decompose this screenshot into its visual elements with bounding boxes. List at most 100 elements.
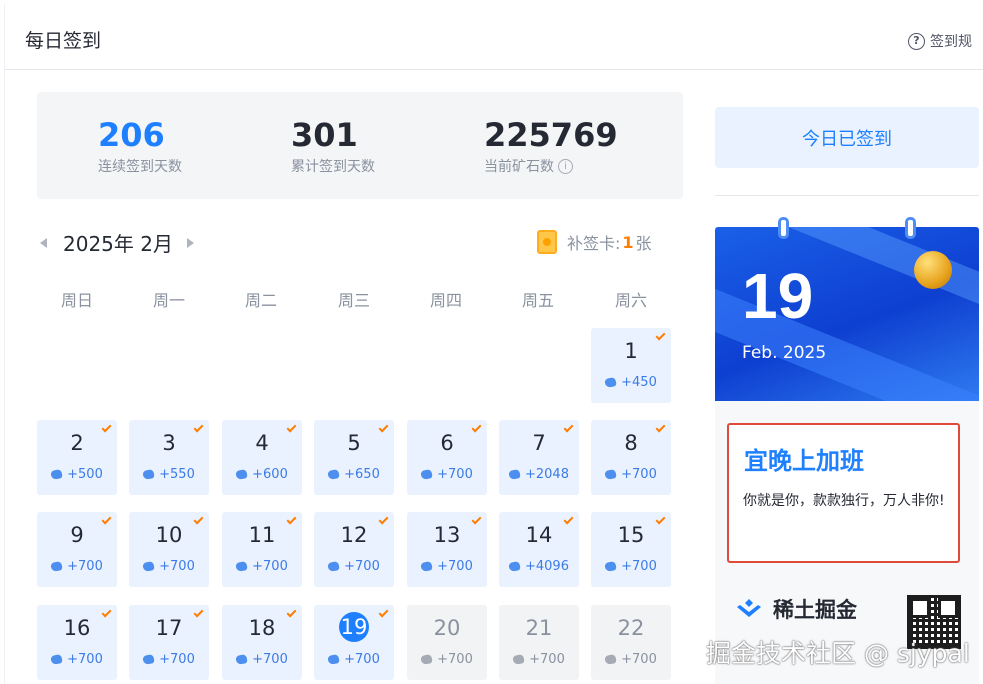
day-reward: +650 (314, 467, 394, 482)
calendar-day-12[interactable]: 12 +700 (314, 512, 394, 587)
calendar-day-11[interactable]: 11 +700 (222, 512, 302, 587)
calendar-day-17[interactable]: 17 +700 (129, 605, 209, 680)
day-number: 3 (129, 431, 209, 455)
day-reward: +700 (407, 559, 487, 574)
day-reward: +700 (37, 559, 117, 574)
calendar-day-3[interactable]: 3 +550 (129, 420, 209, 495)
day-number: 22 (591, 616, 671, 640)
makeup-card-info: 补签卡: 1 张 (537, 230, 652, 254)
calendar-day-7[interactable]: 7 +2048 (499, 420, 579, 495)
calendar-day-18[interactable]: 18 +700 (222, 605, 302, 680)
info-icon[interactable]: i (558, 158, 573, 174)
calendar-day-16[interactable]: 16 +700 (37, 605, 117, 680)
day-number: 6 (407, 431, 487, 455)
total-days-value: 301 (291, 116, 358, 154)
day-number: 14 (499, 523, 579, 547)
calendar-day-1[interactable]: 1 +450 (591, 328, 671, 403)
ore-icon (142, 561, 155, 572)
reward-amount: +600 (252, 467, 288, 482)
reward-amount: +700 (529, 652, 565, 667)
ore-icon (50, 561, 63, 572)
ore-icon (420, 469, 433, 480)
day-reward: +450 (591, 375, 671, 390)
day-number-text: 4 (255, 431, 269, 455)
day-number-text: 20 (433, 616, 461, 640)
day-number-text: 3 (162, 431, 176, 455)
rules-link-label: 签到规 (930, 34, 972, 50)
day-reward: +4096 (499, 559, 579, 574)
weekday-tue: 周二 (244, 291, 277, 310)
day-reward: +500 (37, 467, 117, 482)
calendar-day-20[interactable]: 20 +700 (407, 605, 487, 680)
day-reward: +700 (222, 652, 302, 667)
banner-month-year: Feb. 2025 (742, 343, 827, 363)
card-pin-left (778, 217, 789, 239)
next-month-arrow-icon[interactable] (186, 237, 194, 248)
calendar-day-21[interactable]: 21 +700 (499, 605, 579, 680)
reward-amount: +450 (621, 375, 657, 390)
fortune-title: 宜晚上加班 (744, 447, 864, 475)
calendar-day-19[interactable]: 19 +700 (314, 605, 394, 680)
ore-icon (604, 561, 617, 572)
reward-amount: +700 (67, 652, 103, 667)
day-number-text: 22 (617, 616, 645, 640)
reward-amount: +700 (437, 467, 473, 482)
makeup-card-icon (537, 230, 557, 254)
calendar-day-9[interactable]: 9 +700 (37, 512, 117, 587)
day-number-text: 12 (340, 523, 368, 547)
consecutive-days-label: 连续签到天数 (98, 159, 182, 175)
day-number: 4 (222, 431, 302, 455)
reward-amount: +2048 (525, 467, 569, 482)
calendar-day-13[interactable]: 13 +700 (407, 512, 487, 587)
ore-icon (235, 561, 248, 572)
calendar-day-5[interactable]: 5 +650 (314, 420, 394, 495)
brand-name: 稀土掘金 (773, 598, 857, 622)
day-number-text: 2 (70, 431, 84, 455)
ore-icon (50, 654, 63, 665)
calendar-day-22[interactable]: 22 +700 (591, 605, 671, 680)
makeup-card-unit: 张 (635, 234, 652, 253)
ore-icon (327, 469, 340, 480)
calendar-day-8[interactable]: 8 +700 (591, 420, 671, 495)
day-number: 20 (407, 616, 487, 640)
weekday-sun: 周日 (60, 291, 93, 310)
calendar-day-6[interactable]: 6 +700 (407, 420, 487, 495)
calendar-day-10[interactable]: 10 +700 (129, 512, 209, 587)
day-reward: +700 (407, 652, 487, 667)
weekday-header: 周日 周一 周二 周三 周四 周五 周六 (37, 287, 683, 310)
reward-amount: +500 (67, 467, 103, 482)
page-title: 每日签到 (25, 30, 102, 52)
question-circle-icon: ? (908, 32, 925, 50)
calendar-day-4[interactable]: 4 +600 (222, 420, 302, 495)
prev-month-arrow-icon[interactable] (40, 237, 47, 248)
day-reward: +700 (314, 652, 394, 667)
calendar-day-2[interactable]: 2 +500 (37, 420, 117, 495)
day-reward: +700 (591, 467, 671, 482)
ore-icon (50, 469, 63, 480)
calendar-day-15[interactable]: 15 +700 (591, 512, 671, 587)
day-number-text: 18 (248, 616, 276, 640)
month-navigator: 2025年 2月 (40, 228, 194, 257)
day-number-text: 13 (433, 523, 461, 547)
ore-icon (420, 654, 433, 665)
stats-panel: 206 连续签到天数 301 累计签到天数 225769 当前矿石数 i (37, 92, 683, 199)
sidebar-divider (715, 195, 979, 196)
day-number-text: 11 (248, 523, 276, 547)
sign-in-rules-link[interactable]: ? 签到规 (908, 31, 972, 51)
day-number: 18 (222, 616, 302, 640)
reward-amount: +700 (344, 559, 380, 574)
ore-count-value: 225769 (484, 116, 618, 154)
day-number-text: 19 (339, 612, 369, 642)
day-number: 5 (314, 431, 394, 455)
stat-ore-count: 225769 当前矿石数 i (484, 116, 618, 176)
day-reward: +700 (591, 559, 671, 574)
reward-amount: +700 (344, 652, 380, 667)
date-banner: 19 Feb. 2025 (715, 227, 979, 401)
ore-icon (327, 561, 340, 572)
day-number-text: 17 (155, 616, 183, 640)
day-number: 8 (591, 431, 671, 455)
calendar-day-14[interactable]: 14 +4096 (499, 512, 579, 587)
signed-today-button[interactable]: 今日已签到 (715, 107, 979, 168)
day-number-text: 6 (440, 431, 454, 455)
ore-icon (327, 654, 340, 665)
